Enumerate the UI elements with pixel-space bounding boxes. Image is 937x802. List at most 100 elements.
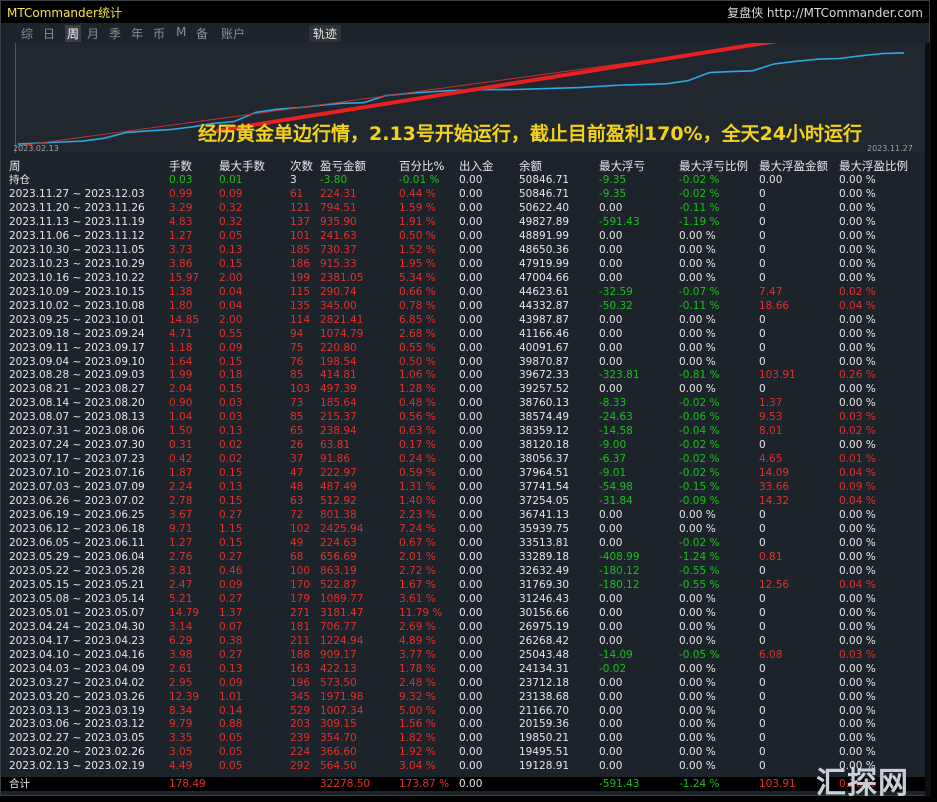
table-row[interactable]: 2023.10.09 ~ 2023.10.15 1.38 0.04 115 290.74…: [1, 285, 931, 299]
table-row[interactable]: 2023.03.13 ~ 2023.03.19 8.34 0.14 529 1007.3…: [1, 704, 931, 718]
table-row[interactable]: 2023.08.21 ~ 2023.08.27 2.04 0.15 103 497.39…: [1, 382, 931, 396]
cell-col-2: 0.02: [219, 453, 243, 466]
cell-col-8: -9.01: [599, 467, 627, 480]
brand-link[interactable]: 复盘侠 http://MTCommander.com: [727, 4, 923, 21]
table-row[interactable]: 2023.06.05 ~ 2023.06.11 1.27 0.15 49 224.63 0…: [1, 536, 931, 550]
tab-6[interactable]: 币: [153, 25, 165, 42]
cell-col-4: 290.74: [320, 285, 357, 298]
cell-col-0: 2023.04.10 ~ 2023.04.16: [9, 648, 145, 661]
cell-col-7: 39672.33: [519, 369, 570, 382]
cell-col-7: 50846.71: [519, 174, 570, 186]
cell-col-5: 2.68 %: [399, 327, 436, 340]
cell-col-0: 2023.02.27 ~ 2023.03.05: [9, 732, 145, 745]
table-row[interactable]: 2023.11.20 ~ 2023.11.26 3.29 0.32 121 794.51…: [1, 201, 931, 215]
table-row[interactable]: 2023.11.13 ~ 2023.11.19 4.83 0.32 137 935.90…: [1, 215, 931, 229]
cell-col-2: 0.88: [219, 718, 243, 731]
cell-col-1: 3.73: [169, 243, 193, 256]
table-row[interactable]: 2023.03.20 ~ 2023.03.26 12.39 1.01 345 1971.…: [1, 690, 931, 704]
vertical-scrollbar[interactable]: [925, 43, 931, 797]
cell-col-9: 0.00 %: [679, 341, 716, 354]
table-row[interactable]: 2023.08.14 ~ 2023.08.20 0.90 0.03 73 185.64 0…: [1, 396, 931, 410]
cell-col-3: 163: [290, 662, 311, 675]
table-row[interactable]: 2023.09.11 ~ 2023.09.17 1.18 0.09 75 220.80 0…: [1, 341, 931, 355]
table-row[interactable]: 2023.09.18 ~ 2023.09.24 4.71 0.55 94 1074.79…: [1, 327, 931, 341]
table-row[interactable]: 2023.08.28 ~ 2023.09.03 1.99 0.18 85 414.81 1…: [1, 368, 931, 382]
table-row[interactable]: 2023.03.06 ~ 2023.03.12 9.79 0.88 203 309.15…: [1, 717, 931, 731]
cell-col-4: 309.15: [320, 718, 357, 731]
table-row[interactable]: 2023.10.23 ~ 2023.10.29 3.86 0.15 186 915.33…: [1, 257, 931, 271]
table-row[interactable]: 2023.02.27 ~ 2023.03.05 3.35 0.05 239 354.70…: [1, 731, 931, 745]
cell-col-1: 3.98: [169, 648, 193, 661]
cell-col-2: 0.07: [219, 620, 243, 633]
table-row[interactable]: 2023.07.10 ~ 2023.07.16 1.87 0.15 47 222.97 0…: [1, 466, 931, 480]
cell-col-3: 185: [290, 243, 311, 256]
cell-col-11: 0.00 %: [839, 229, 876, 242]
cell-col-7: 35939.75: [519, 523, 570, 536]
table-row[interactable]: 2023.04.03 ~ 2023.04.09 2.61 0.13 163 422.13…: [1, 662, 931, 676]
table-row[interactable]: 2023.05.29 ~ 2023.06.04 2.76 0.27 68 656.69 2…: [1, 550, 931, 564]
tab-9[interactable]: 账户: [221, 25, 245, 42]
tab-8[interactable]: 备: [196, 25, 208, 42]
cell-col-3: 76: [290, 355, 304, 368]
table-row[interactable]: 2023.11.27 ~ 2023.12.03 0.99 0.09 61 224.31 0…: [1, 187, 931, 201]
table-header[interactable]: 周 手数 最大手数 次数 盈亏金额 百分比% 出入金 余额 最大浮亏 最大浮亏比例 最大浮盈金额 最大…: [1, 159, 931, 173]
table-row[interactable]: 2023.05.08 ~ 2023.05.14 5.21 0.27 179 1089.7…: [1, 592, 931, 606]
table-row[interactable]: 2023.10.02 ~ 2023.10.08 1.80 0.04 135 345.00…: [1, 299, 931, 313]
cell-col-2: 0.13: [219, 243, 243, 256]
tab-0[interactable]: 综: [21, 25, 33, 42]
cell-col-8: -591.43: [599, 215, 640, 228]
cell-col-3: 94: [290, 327, 304, 340]
table-row[interactable]: 2023.05.22 ~ 2023.05.28 3.81 0.46 100 863.19…: [1, 564, 931, 578]
tab-3[interactable]: 月: [87, 25, 99, 42]
table-row[interactable]: 2023.11.06 ~ 2023.11.12 1.27 0.05 101 241.63…: [1, 229, 931, 243]
tab-4[interactable]: 季: [109, 25, 121, 42]
table-row[interactable]: 2023.06.26 ~ 2023.07.02 2.78 0.15 63 512.92 1…: [1, 494, 931, 508]
cell-col-11: 0.00 %: [839, 271, 876, 284]
tab-2[interactable]: 周: [65, 25, 82, 42]
tab-5[interactable]: 年: [131, 25, 143, 42]
table-row[interactable]: 2023.07.24 ~ 2023.07.30 0.31 0.02 26 63.81 0.…: [1, 438, 931, 452]
cell-col-4: 1007.34: [320, 704, 364, 717]
cell-col-2: 0.09: [219, 341, 243, 354]
cell-col-9: 0.00 %: [679, 313, 716, 326]
cell-col-2: 0.09: [219, 676, 243, 689]
cell-col-3: 100: [290, 564, 311, 577]
table-row[interactable]: 2023.02.13 ~ 2023.02.19 4.49 0.05 292 564.50…: [1, 759, 931, 773]
table-row[interactable]: 2023.07.03 ~ 2023.07.09 2.24 0.13 48 487.49 1…: [1, 480, 931, 494]
brand-url[interactable]: http://MTCommander.com: [767, 6, 923, 20]
cell-col-4: 32278.50: [320, 778, 371, 790]
tab-7[interactable]: M: [176, 25, 186, 39]
table-row[interactable]: 2023.05.15 ~ 2023.05.21 2.47 0.09 170 522.87…: [1, 578, 931, 592]
table-row[interactable]: 2023.10.16 ~ 2023.10.22 15.97 2.00 199 2381.…: [1, 271, 931, 285]
table-row[interactable]: 2023.09.04 ~ 2023.09.10 1.64 0.15 76 198.54 0…: [1, 355, 931, 369]
table-row[interactable]: 2023.03.27 ~ 2023.04.02 2.95 0.09 196 573.50…: [1, 676, 931, 690]
table-row[interactable]: 2023.05.01 ~ 2023.05.07 14.79 1.37 271 3181.…: [1, 606, 931, 620]
table-row[interactable]: 2023.04.10 ~ 2023.04.16 3.98 0.27 188 909.17…: [1, 648, 931, 662]
tab-1[interactable]: 日: [43, 25, 55, 42]
cell-col-1: 1.18: [169, 341, 193, 354]
cell-col-6: 0.00: [459, 634, 483, 647]
table-row[interactable]: 2023.10.30 ~ 2023.11.05 3.73 0.13 185 730.37…: [1, 243, 931, 257]
table-row[interactable]: 2023.06.12 ~ 2023.06.18 9.71 1.15 102 2425.9…: [1, 522, 931, 536]
cell-col-10: 12.56: [759, 578, 790, 591]
cell-col-10: 0: [759, 760, 766, 773]
cell-col-11: 0.00 %: [839, 662, 876, 675]
table-row[interactable]: 2023.04.17 ~ 2023.04.23 6.29 0.38 211 1224.9…: [1, 634, 931, 648]
table-row[interactable]: 2023.09.25 ~ 2023.10.01 14.85 2.00 114 2821.…: [1, 313, 931, 327]
table-row[interactable]: 2023.08.07 ~ 2023.08.13 1.04 0.03 85 215.37 0…: [1, 410, 931, 424]
cell-col-1: 1.80: [169, 299, 193, 312]
table-row[interactable]: 2023.07.17 ~ 2023.07.23 0.42 0.02 37 91.86 0.…: [1, 452, 931, 466]
total-row[interactable]: 合计 178.49 32278.50 173.87 % 0.00 -591.43 -1.24…: [1, 777, 931, 791]
cell-col-8: 0.00: [599, 271, 623, 284]
table-row[interactable]: 2023.02.20 ~ 2023.02.26 3.05 0.05 224 366.60…: [1, 745, 931, 759]
cell-col-2: 0.03: [219, 411, 243, 424]
chart-x-end-label: 2023.11.27: [867, 144, 913, 153]
tab-10[interactable]: 轨迹: [309, 25, 342, 42]
cell-col-7: 38760.13: [519, 397, 570, 410]
holding-row[interactable]: 持仓 0.03 0.01 3 -3.80 -0.01 % 0.00 50846.71 -9.35…: [1, 173, 931, 187]
cell-col-9: -0.02 %: [679, 537, 720, 549]
table-row[interactable]: 2023.04.24 ~ 2023.04.30 3.14 0.07 181 706.77…: [1, 620, 931, 634]
table-row[interactable]: 2023.07.31 ~ 2023.08.06 1.50 0.13 65 238.94 0…: [1, 424, 931, 438]
cell-col-6: 0.00: [459, 397, 483, 410]
table-row[interactable]: 2023.06.19 ~ 2023.06.25 3.67 0.27 72 801.38 2…: [1, 508, 931, 522]
